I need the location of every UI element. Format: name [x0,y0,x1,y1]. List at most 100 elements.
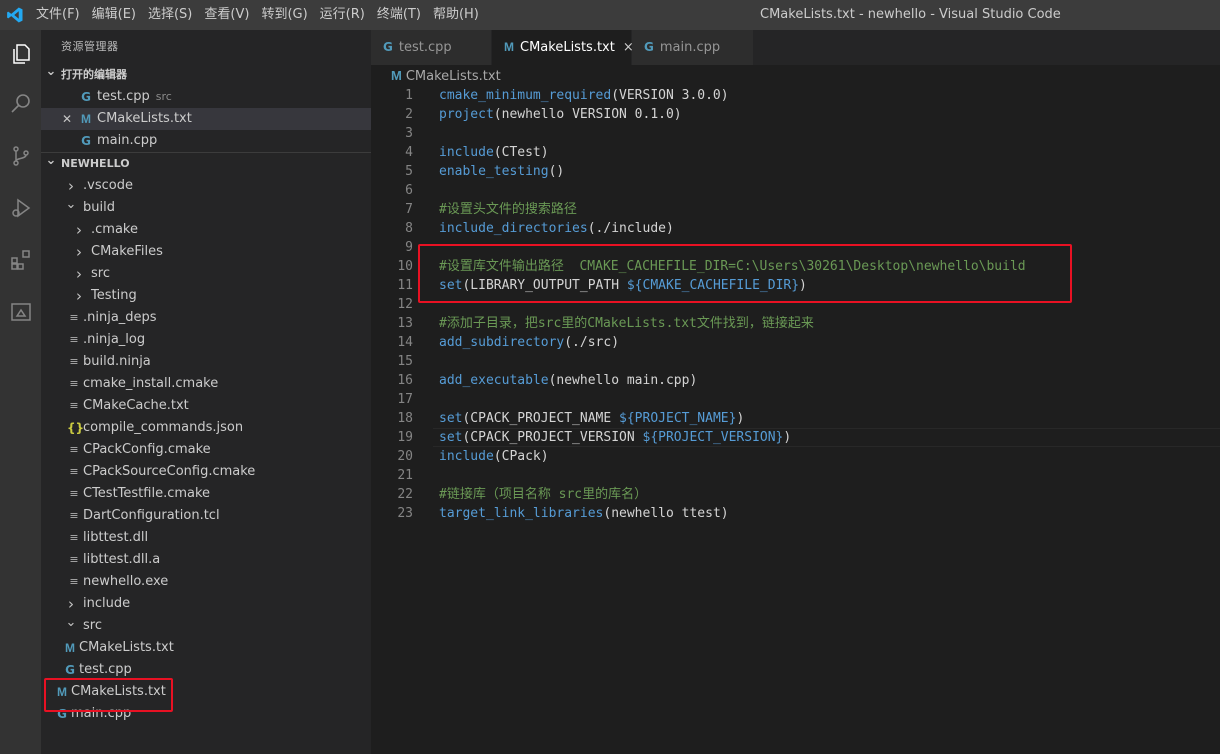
code-line: 6 [371,181,1220,200]
tree-file[interactable]: ≡ libttest.dll.a [41,549,371,571]
tree-item-label: src [91,266,110,281]
tree-file[interactable]: {} compile_commands.json [41,417,371,439]
menu-item[interactable]: 选择(S) [142,0,198,30]
menu-item[interactable]: 终端(T) [371,0,427,30]
tree-file[interactable]: ≡ .ninja_log [41,329,371,351]
line-number: 14 [397,335,413,350]
tree-folder[interactable]: › include [41,593,371,615]
code-line: 4 include(CTest) [371,143,1220,162]
extensions-icon[interactable] [0,236,41,284]
code-line: 16 add_executable(newhello main.cpp) [371,371,1220,390]
open-editor-item[interactable]: Gmain.cpp [41,130,371,152]
tree-file[interactable]: ≡ .ninja_deps [41,307,371,329]
open-editor-item[interactable]: ✕ M CMakeLists.txt [41,108,371,130]
line-number: 15 [397,354,413,369]
open-editor-item[interactable]: Gtest.cpp src [41,86,371,108]
code-line: 18 set(CPACK_PROJECT_NAME ${PROJECT_NAME}… [371,409,1220,428]
tab-testcpp[interactable]: Gtest.cpp [371,30,492,65]
breadcrumb-file: CMakeLists.txt [405,69,501,84]
code-text: include(CPack) [439,449,549,464]
file-icon: ≡ [69,575,79,588]
run-debug-icon[interactable] [0,184,41,232]
line-number: 21 [397,468,413,483]
chevron-right-icon: › [76,265,82,283]
cpp-icon: G [644,40,654,54]
tree-file[interactable]: ≡ DartConfiguration.tcl [41,505,371,527]
line-number: 5 [405,164,413,179]
source-control-icon[interactable] [0,132,41,180]
explorer-icon[interactable] [0,30,41,78]
line-number: 2 [405,107,413,122]
tree-item-label: .ninja_deps [83,310,157,325]
tree-folder[interactable]: › Testing [41,285,371,307]
file-icon: ≡ [69,399,79,412]
tree-file[interactable]: ≡ CPackSourceConfig.cmake [41,461,371,483]
tree-item-label: CMakeFiles [91,244,163,259]
tree-file[interactable]: M CMakeLists.txt [41,637,371,659]
line-number: 4 [405,145,413,160]
highlight-box-src-cmakelists [44,678,173,712]
tree-folder[interactable]: ⌄ src [41,615,371,637]
tree-file[interactable]: ≡ CPackConfig.cmake [41,439,371,461]
open-editors-header[interactable]: ⌄ 打开的编辑器 [41,64,371,86]
menu-bar: 文件(F) 编辑(E) 选择(S) 查看(V) 转到(G) 运行(R) 终端(T) 帮助(H) [30,0,485,30]
file-icon: ≡ [69,553,79,566]
tree-item-label: Testing [91,288,137,303]
close-icon[interactable]: ✕ [61,108,73,130]
line-number: 6 [405,183,413,198]
tree-file[interactable]: ≡ newhello.exe [41,571,371,593]
code-text: set(CPACK_PROJECT_VERSION ${PROJECT_VERS… [439,430,792,445]
code-line: 13 #添加子目录，把src里的CMakeLists.txt文件找到，链接起来 [371,314,1220,333]
tab-cmakeliststxt[interactable]: M CMakeLists.txt × [492,30,634,65]
code-line: 23 target_link_libraries(newhello ttest) [371,504,1220,523]
tree-folder[interactable]: ⌄ build [41,197,371,219]
project-header[interactable]: ⌄ NEWHELLO [41,153,371,175]
tree-folder[interactable]: › .vscode [41,175,371,197]
code-text: cmake_minimum_required(VERSION 3.0.0) [439,88,729,103]
line-number: 9 [405,240,413,255]
chevron-down-icon: ⌄ [65,615,77,630]
search-icon[interactable] [0,80,41,128]
line-number: 7 [405,202,413,217]
tree-item-label: CMakeCache.txt [83,398,189,413]
tree-file[interactable]: ≡ CMakeCache.txt [41,395,371,417]
menu-item[interactable]: 文件(F) [30,0,86,30]
tab-maincpp[interactable]: Gmain.cpp [632,30,754,65]
chevron-right-icon: › [68,595,74,613]
tree-file[interactable]: ≡ cmake_install.cmake [41,373,371,395]
line-number: 10 [397,259,413,274]
tab-label: main.cpp [659,40,721,55]
code-editor[interactable]: 1 cmake_minimum_required(VERSION 3.0.0) 2 p… [371,86,1220,754]
line-number: 18 [397,411,413,426]
menu-item[interactable]: 转到(G) [255,0,313,30]
code-line: 3 [371,124,1220,143]
line-number: 22 [397,487,413,502]
tree-file[interactable]: ≡ build.ninja [41,351,371,373]
code-text: set(CPACK_PROJECT_NAME ${PROJECT_NAME}) [439,411,745,426]
tree-folder[interactable]: › CMakeFiles [41,241,371,263]
code-line: 15 [371,352,1220,371]
tree-folder[interactable]: › src [41,263,371,285]
cpp-icon: G [81,134,91,148]
tree-item-label: NEWHELLO [61,157,130,170]
cpp-icon: G [383,40,393,54]
breadcrumb[interactable]: M CMakeLists.txt [371,65,1220,87]
line-number: 19 [397,430,413,445]
tree-file[interactable]: ≡ CTestTestfile.cmake [41,483,371,505]
tree-folder[interactable]: › .cmake [41,219,371,241]
code-text: add_subdirectory(./src) [439,335,620,350]
menu-item[interactable]: 帮助(H) [427,0,485,30]
menu-item[interactable]: 运行(R) [314,0,371,30]
tree-item-label: CTestTestfile.cmake [83,486,211,501]
menu-item[interactable]: 查看(V) [198,0,255,30]
line-number: 3 [405,126,413,141]
tree-file[interactable]: ≡ libttest.dll [41,527,371,549]
code-line: 7 #设置头文件的搜索路径 [371,200,1220,219]
file-icon: ≡ [69,443,79,456]
tree-item-label: .ninja_log [83,332,146,347]
remote-explorer-icon[interactable] [0,288,41,336]
code-line: 5 enable_testing() [371,162,1220,181]
menu-item[interactable]: 编辑(E) [86,0,142,30]
tree-item-label: libttest.dll [83,530,149,545]
code-line: 20 include(CPack) [371,447,1220,466]
